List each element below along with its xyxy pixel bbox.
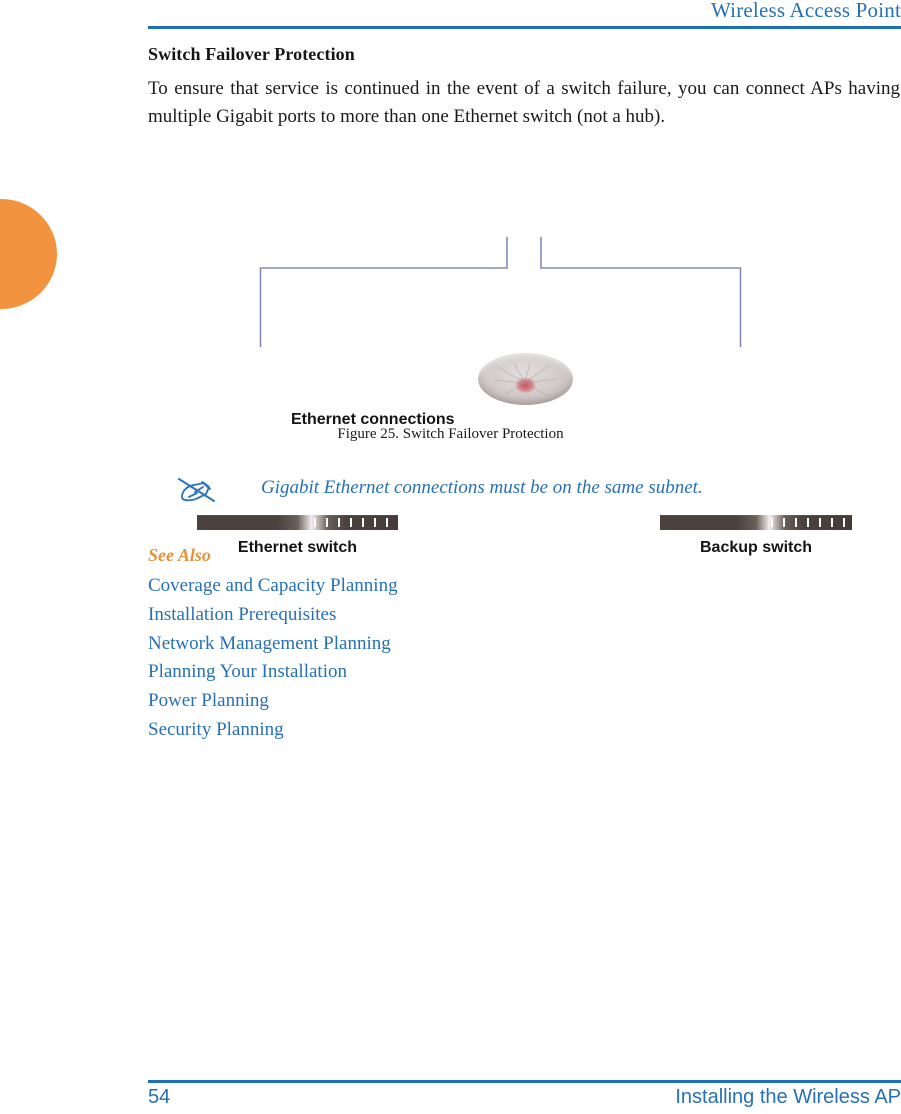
section-heading: Switch Failover Protection <box>148 44 355 64</box>
switch-port-indicator <box>362 518 364 527</box>
note-block: Gigabit Ethernet connections must be on … <box>148 470 900 514</box>
footer-section-title: Installing the Wireless AP <box>675 1086 901 1108</box>
main-content: Switch Failover Protection To ensure tha… <box>148 44 900 131</box>
see-also-link[interactable]: Security Planning <box>148 716 648 745</box>
ap-spokes-icon <box>493 361 557 397</box>
see-also-link[interactable]: Planning Your Installation <box>148 658 648 687</box>
network-diagram: Ethernet connections Ethernet switch Bac… <box>0 168 901 556</box>
switch-port-indicator <box>326 518 328 527</box>
figure-switch-failover: Ethernet connections Ethernet switch Bac… <box>0 168 901 556</box>
see-also-title: See Also <box>148 545 211 565</box>
page-header-title: Wireless Access Point <box>711 0 901 22</box>
switch-port-indicator <box>783 518 785 527</box>
see-also-list: Coverage and Capacity Planning Installat… <box>148 572 648 745</box>
switch-port-indicator <box>314 518 316 527</box>
body-paragraph: To ensure that service is continued in t… <box>148 78 900 127</box>
switch-port-indicator <box>843 518 845 527</box>
switch-port-indicator <box>338 518 340 527</box>
figure-caption: Figure 25. Switch Failover Protection <box>337 426 564 442</box>
switch-port-indicator <box>771 518 773 527</box>
ethernet-switch-graphic <box>197 515 398 530</box>
writing-hand-icon <box>177 477 216 503</box>
switch-port-indicator <box>807 518 809 527</box>
connection-line-left <box>259 237 508 347</box>
access-point-icon <box>478 353 573 405</box>
see-also-link[interactable]: Installation Prerequisites <box>148 601 648 630</box>
connection-lines <box>259 237 742 347</box>
switch-port-indicator <box>831 518 833 527</box>
note-text: Gigabit Ethernet connections must be on … <box>261 477 703 498</box>
see-also-link[interactable]: Coverage and Capacity Planning <box>148 572 648 601</box>
switch-port-indicator <box>386 518 388 527</box>
backup-switch-unit: Backup switch <box>660 515 852 557</box>
see-also-link[interactable]: Network Management Planning <box>148 630 648 659</box>
see-also-section: See Also Coverage and Capacity Planning … <box>148 545 648 745</box>
see-also-link[interactable]: Power Planning <box>148 687 648 716</box>
footer-divider <box>148 1080 901 1083</box>
switch-port-indicator <box>350 518 352 527</box>
connection-line-right <box>540 237 742 347</box>
page-number: 54 <box>148 1086 171 1108</box>
backup-switch-label: Backup switch <box>699 539 813 556</box>
switch-port-indicator <box>819 518 821 527</box>
page-footer: 54 Installing the Wireless AP <box>148 1085 901 1113</box>
header-divider <box>148 26 901 29</box>
switch-port-indicator <box>795 518 797 527</box>
switch-port-indicator <box>374 518 376 527</box>
backup-switch-graphic <box>660 515 852 530</box>
